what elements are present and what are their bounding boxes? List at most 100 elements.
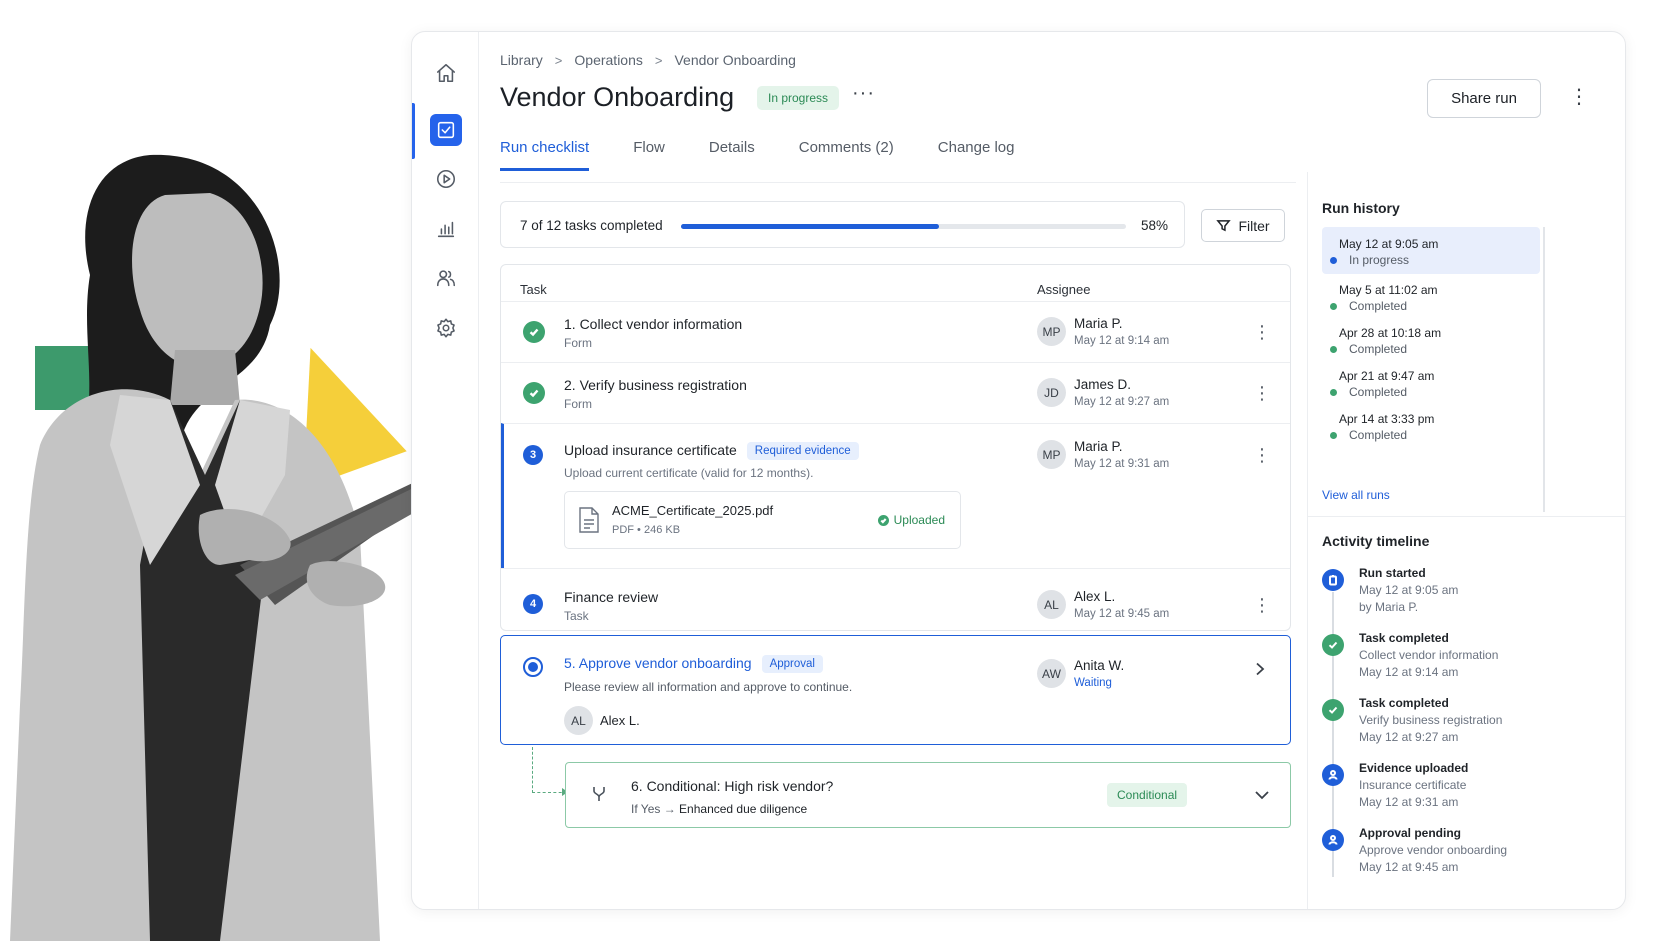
task-description: Please review all information and approv… bbox=[564, 680, 853, 694]
status-dot bbox=[1330, 346, 1337, 353]
play-icon[interactable] bbox=[430, 163, 462, 195]
chevron-right-icon[interactable] bbox=[1253, 662, 1267, 676]
task-name-text: Upload insurance certificate bbox=[564, 442, 737, 458]
progress-bar bbox=[681, 224, 1126, 229]
people-icon[interactable] bbox=[430, 262, 462, 294]
more-options-icon[interactable]: ··· bbox=[852, 82, 875, 105]
task-name: 1. Collect vendor information bbox=[564, 316, 743, 332]
timeline-detail: May 12 at 9:45 am bbox=[1359, 860, 1459, 874]
progress-label: 7 of 12 tasks completed bbox=[520, 218, 663, 233]
avatar: MP bbox=[1037, 440, 1066, 469]
checklist-icon[interactable] bbox=[430, 114, 462, 146]
breadcrumb-item[interactable]: Operations bbox=[574, 52, 642, 68]
approval-tag: Approval bbox=[761, 655, 823, 673]
progress-summary: 7 of 12 tasks completed 58% bbox=[500, 201, 1185, 248]
home-icon[interactable] bbox=[430, 57, 462, 89]
timeline-detail: May 12 at 9:14 am bbox=[1359, 665, 1459, 679]
avatar: AW bbox=[1037, 659, 1066, 688]
task-description: Upload current certificate (valid for 12… bbox=[564, 466, 814, 480]
row-menu-icon[interactable]: ⋮ bbox=[1253, 446, 1271, 464]
page: Library > Operations > Vendor Onboarding… bbox=[0, 0, 1672, 941]
scrollbar[interactable] bbox=[1543, 227, 1545, 512]
assignee-name: Maria P. bbox=[1074, 439, 1123, 454]
status-dot bbox=[1330, 303, 1337, 310]
check-circle-icon bbox=[523, 321, 545, 343]
person-icon bbox=[1322, 829, 1344, 851]
tabs-divider bbox=[500, 182, 1296, 183]
breadcrumb: Library > Operations > Vendor Onboarding bbox=[500, 52, 796, 68]
assignee-time: May 12 at 9:27 am bbox=[1074, 396, 1170, 408]
table-row[interactable]: 1. Collect vendor information Form MP Ma… bbox=[501, 301, 1290, 362]
person-icon bbox=[1322, 764, 1344, 786]
tab-details[interactable]: Details bbox=[709, 139, 755, 171]
run-history-item[interactable]: Apr 21 at 9:47 am Completed bbox=[1322, 359, 1540, 406]
tab-run-checklist[interactable]: Run checklist bbox=[500, 139, 590, 171]
tab-flow[interactable]: Flow bbox=[633, 139, 665, 171]
task-name: Upload insurance certificate Required evi… bbox=[564, 442, 859, 460]
run-history-item[interactable]: May 12 at 9:05 am In progress bbox=[1322, 227, 1540, 274]
timeline-title: Task completed bbox=[1359, 631, 1449, 645]
timeline-detail: by Maria P. bbox=[1359, 600, 1419, 614]
page-title: Vendor Onboarding bbox=[500, 82, 735, 112]
file-meta: PDF • 246 KB bbox=[612, 524, 681, 536]
run-date: May 5 at 11:02 am bbox=[1339, 283, 1438, 297]
run-history-item[interactable]: May 5 at 11:02 am Completed bbox=[1322, 273, 1540, 320]
conditional-task-card[interactable]: 6. Conditional: High risk vendor? If Yes… bbox=[565, 762, 1291, 828]
settings-icon[interactable] bbox=[430, 312, 462, 344]
kebab-menu-icon[interactable]: ⋮ bbox=[1569, 84, 1589, 109]
activity-timeline-title: Activity timeline bbox=[1322, 533, 1430, 549]
row-menu-icon[interactable]: ⋮ bbox=[1253, 384, 1271, 402]
document-icon bbox=[579, 507, 599, 533]
run-history-item[interactable]: Apr 14 at 3:33 pm Completed bbox=[1322, 402, 1540, 449]
timeline-title: Approval pending bbox=[1359, 826, 1461, 840]
chevron-right-icon: > bbox=[554, 52, 563, 68]
column-header-task: Task bbox=[520, 282, 547, 297]
chevron-right-icon: > bbox=[654, 52, 663, 68]
share-run-button[interactable]: Share run bbox=[1427, 79, 1541, 118]
breadcrumb-item[interactable]: Library bbox=[500, 52, 543, 68]
assignee-time: May 12 at 9:14 am bbox=[1074, 335, 1170, 347]
analytics-icon[interactable] bbox=[430, 213, 462, 245]
chevron-down-icon[interactable] bbox=[1254, 787, 1270, 803]
timeline-detail: May 12 at 9:27 am bbox=[1359, 730, 1459, 744]
panel-divider bbox=[1308, 516, 1625, 517]
file-name: ACME_Certificate_2025.pdf bbox=[612, 503, 774, 518]
run-history-title: Run history bbox=[1322, 200, 1400, 216]
table-row-current[interactable]: 3 Upload insurance certificate Required e… bbox=[501, 423, 1290, 568]
step-number-badge: 4 bbox=[523, 594, 543, 614]
table-row[interactable]: 2. Verify business registration Form JD … bbox=[501, 362, 1290, 423]
task-type: Form bbox=[564, 397, 592, 411]
conditional-prefix: If Yes → bbox=[631, 802, 676, 816]
tab-change-log[interactable]: Change log bbox=[938, 139, 1015, 171]
task-type: Task bbox=[564, 609, 589, 623]
timeline-detail: Collect vendor information bbox=[1359, 648, 1499, 662]
row-menu-icon[interactable]: ⋮ bbox=[1253, 323, 1271, 341]
clipboard-icon bbox=[1322, 569, 1344, 591]
required-evidence-tag: Required evidence bbox=[746, 442, 859, 460]
run-history-item[interactable]: Apr 28 at 10:18 am Completed bbox=[1322, 316, 1540, 363]
upload-status-label: Uploaded bbox=[893, 513, 945, 527]
run-date: Apr 21 at 9:47 am bbox=[1339, 369, 1435, 383]
uploaded-file-card[interactable]: ACME_Certificate_2025.pdf PDF • 246 KB U… bbox=[564, 491, 961, 549]
status-badge: In progress bbox=[757, 86, 840, 110]
check-icon bbox=[1322, 699, 1344, 721]
status-dot bbox=[1330, 389, 1337, 396]
tab-bar: Run checklist Flow Details Comments (2) … bbox=[500, 139, 1059, 171]
run-status: Completed bbox=[1349, 428, 1408, 442]
breadcrumb-item[interactable]: Vendor Onboarding bbox=[674, 52, 795, 68]
run-status: Completed bbox=[1349, 385, 1408, 399]
assignee-name: James D. bbox=[1074, 377, 1132, 392]
table-row[interactable]: 4 Finance review Task AL Alex L. May 12 … bbox=[501, 568, 1290, 630]
approval-task-card[interactable]: 5. Approve vendor onboarding Approval Ple… bbox=[500, 635, 1291, 745]
view-all-runs-link[interactable]: View all runs bbox=[1322, 488, 1390, 502]
check-circle-icon bbox=[877, 514, 889, 526]
progress-percent: 58% bbox=[1140, 218, 1168, 233]
tab-comments[interactable]: Comments (2) bbox=[799, 139, 894, 171]
radio-selected-icon[interactable] bbox=[523, 657, 543, 677]
check-circle-icon bbox=[523, 382, 545, 404]
row-menu-icon[interactable]: ⋮ bbox=[1253, 596, 1271, 614]
task-name: 5. Approve vendor onboarding Approval bbox=[564, 655, 823, 673]
filter-button[interactable]: Filter bbox=[1201, 209, 1285, 242]
avatar: AL bbox=[564, 706, 593, 735]
status-dot bbox=[1330, 257, 1337, 264]
